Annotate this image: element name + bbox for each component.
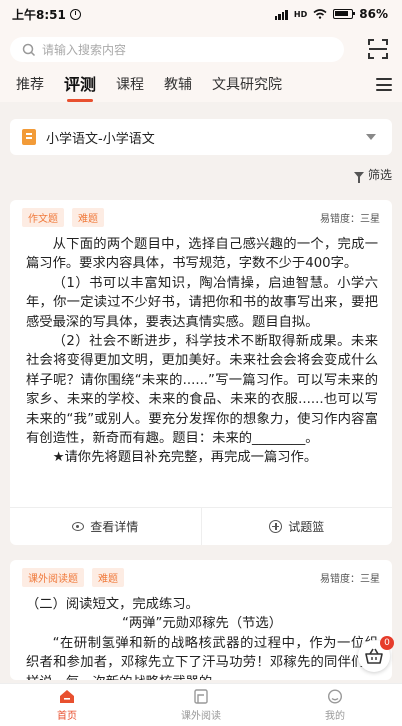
alarm-icon [69, 8, 81, 20]
tab-recommend[interactable]: 推荐 [6, 74, 54, 96]
profile-icon [327, 688, 343, 704]
filter-icon [353, 171, 364, 183]
chevron-down-icon [366, 134, 376, 140]
difficulty-tag: 难题 [72, 208, 104, 227]
tab-courses[interactable]: 课程 [106, 74, 154, 96]
question-card[interactable]: 课外阅读题 难题 易错度：三星 （二）阅读短文，完成练习。 “两弹”元勋邓稼先（… [10, 560, 392, 680]
nav-reading[interactable]: 课外阅读 [134, 684, 268, 726]
signal-icon [274, 9, 288, 20]
add-to-basket-label: 试题篮 [288, 520, 325, 534]
nav-home-label: 首页 [57, 710, 77, 722]
question-text: 从下面的两个题目中，选择自己感兴趣的一个，完成一篇习作。要求内容具体，书写规范，… [10, 227, 392, 468]
question-paragraph: 从下面的两个题目中，选择自己感兴趣的一个，完成一篇习作。要求内容具体，书写规范，… [26, 237, 378, 272]
tab-tutoring[interactable]: 教辅 [154, 74, 202, 96]
error-rate-label: 易错度：三星 [320, 574, 380, 585]
error-rate-label: 易错度：三星 [320, 214, 380, 225]
add-to-basket-button[interactable]: 试题篮 [200, 508, 393, 545]
basket-count-badge: 0 [380, 636, 394, 650]
nav-reading-label: 课外阅读 [181, 710, 221, 722]
category-tabs: 推荐 评测 课程 教辅 文具研究院 [6, 74, 292, 102]
reading-icon [194, 688, 208, 704]
question-paragraph: （2）社会不断进步，科学技术不断取得新成果。未来社会将变得更加文明，更加美好。未… [26, 334, 378, 447]
header: 推荐 评测 课程 教辅 文具研究院 [0, 28, 402, 102]
view-detail-label: 查看详情 [90, 520, 139, 534]
question-basket-button[interactable]: 0 [358, 636, 394, 672]
battery-level: 86% [359, 7, 388, 21]
scan-icon[interactable] [366, 37, 390, 61]
passage-title: “两弹”元勋邓稼先（节选） [121, 616, 283, 632]
view-detail-button[interactable]: 查看详情 [10, 508, 201, 545]
difficulty-tag: 难题 [92, 568, 124, 587]
nav-profile[interactable]: 我的 [268, 684, 402, 726]
status-bar: 上午8:51 HD 86% [0, 0, 402, 28]
question-card[interactable]: 作文题 难题 易错度：三星 从下面的两个题目中，选择自己感兴趣的一个，完成一篇习… [10, 200, 392, 545]
home-icon [60, 689, 74, 703]
question-text: （二）阅读短文，完成练习。 “两弹”元勋邓稼先（节选） “在研制氢弹和新的战略核… [10, 587, 392, 680]
menu-icon[interactable] [376, 78, 392, 91]
eye-icon [72, 522, 85, 531]
question-paragraph: ★请你先将题目补充完整，再完成一篇习作。 [52, 450, 318, 466]
filter-button[interactable]: 筛选 [353, 166, 392, 183]
hd-label: HD [293, 9, 308, 19]
tab-evaluation[interactable]: 评测 [54, 74, 106, 102]
question-paragraph: “在研制氢弹和新的战略核武器的过程中，作为一位组织者和参加者，邓稼先立下了汗马功… [26, 635, 378, 680]
battery-icon [333, 9, 356, 19]
search-input[interactable] [42, 42, 322, 57]
basket-icon [365, 648, 383, 664]
tab-stationery-lab[interactable]: 文具研究院 [202, 74, 292, 96]
card-actions: 查看详情 试题篮 [10, 507, 392, 545]
filter-label: 筛选 [367, 168, 392, 182]
question-type-tag: 作文题 [22, 208, 64, 227]
status-time: 上午8:51 [12, 7, 66, 22]
search-icon [22, 43, 36, 56]
nav-profile-label: 我的 [325, 710, 345, 722]
search-box[interactable] [10, 37, 344, 62]
bottom-nav: 首页 课外阅读 我的 [0, 683, 402, 726]
book-icon [22, 129, 36, 145]
wifi-icon [313, 9, 327, 19]
subject-value: 小学语文-小学语文 [46, 131, 155, 147]
question-paragraph: （1）书可以丰富知识，陶冶情操，启迪智慧。小学六年，你一定读过不少好书，请把你和… [26, 275, 378, 330]
nav-home[interactable]: 首页 [0, 684, 134, 726]
subject-select[interactable]: 小学语文-小学语文 [10, 119, 392, 155]
question-paragraph: （二）阅读短文，完成练习。 [26, 597, 199, 612]
question-type-tag: 课外阅读题 [22, 568, 84, 587]
plus-icon [269, 520, 283, 533]
